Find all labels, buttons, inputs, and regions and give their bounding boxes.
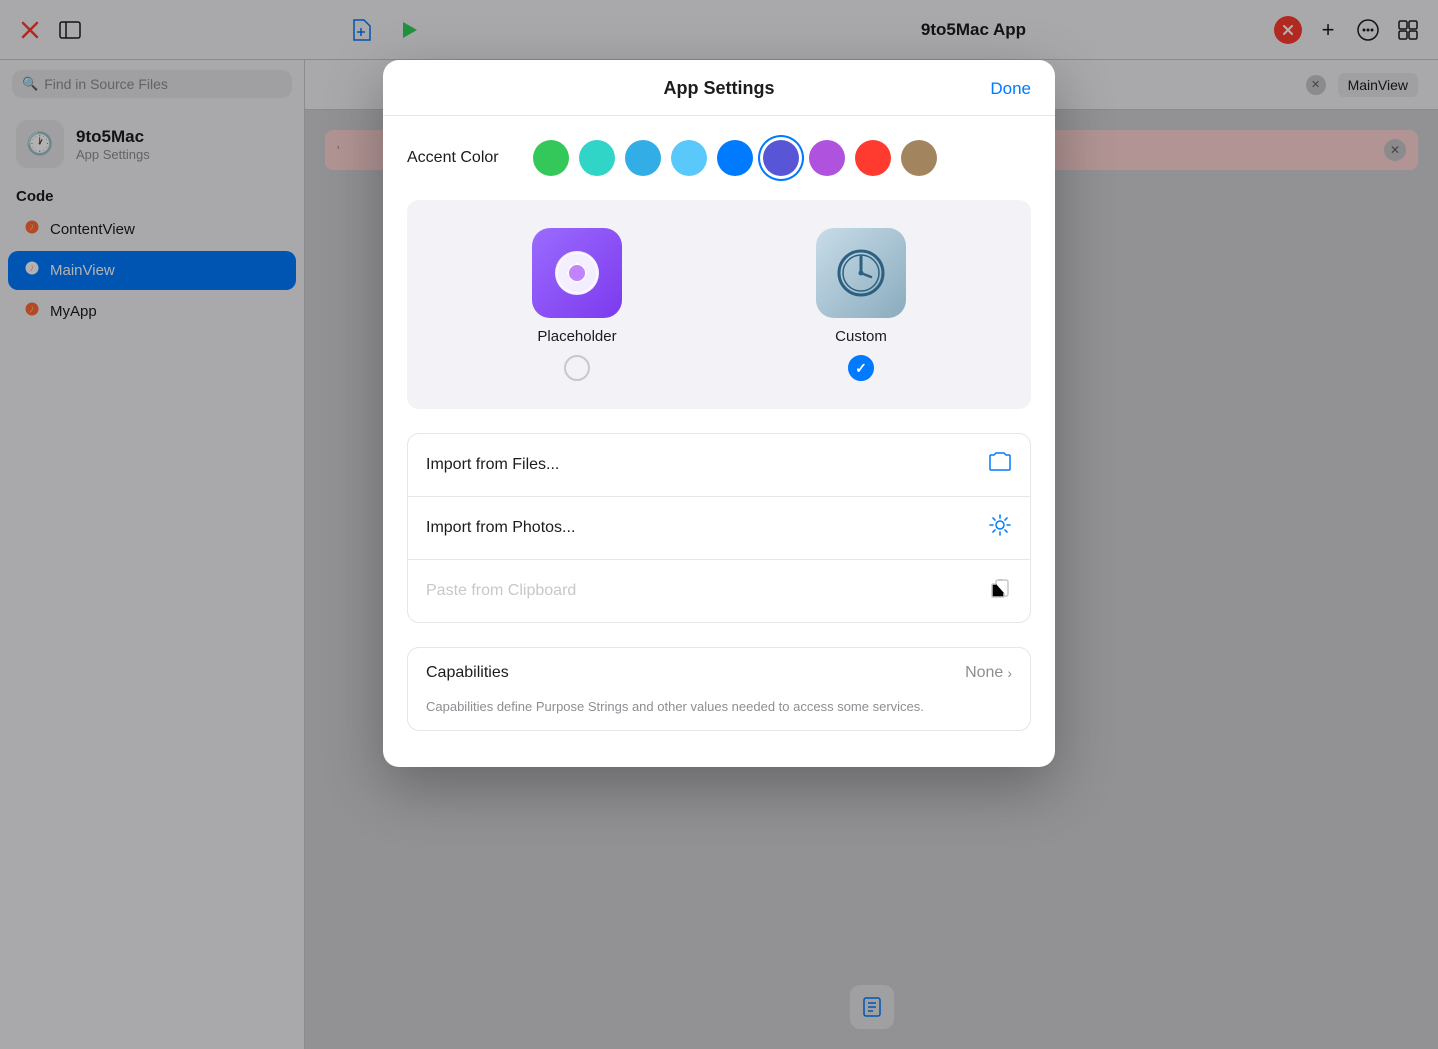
capabilities-none: None (965, 664, 1003, 682)
modal-overlay: App Settings Done Accent Color (0, 0, 1438, 1049)
placeholder-icon-box (532, 228, 622, 318)
color-blue[interactable] (717, 140, 753, 176)
accent-colors (533, 140, 937, 176)
placeholder-label: Placeholder (537, 328, 616, 345)
import-files-label: Import from Files... (426, 456, 559, 474)
color-purple[interactable] (809, 140, 845, 176)
paste-clipboard-row[interactable]: Paste from Clipboard (408, 560, 1030, 622)
placeholder-radio[interactable] (564, 355, 590, 381)
import-files-icon (988, 450, 1012, 480)
capabilities-description: Capabilities define Purpose Strings and … (408, 698, 1030, 730)
import-photos-icon (988, 513, 1012, 543)
custom-radio[interactable]: ✓ (848, 355, 874, 381)
import-section: Import from Files... Import from Photos.… (407, 433, 1031, 623)
icon-selection-card: Placeholder C (407, 200, 1031, 409)
paste-clipboard-label: Paste from Clipboard (426, 582, 576, 600)
custom-label: Custom (835, 328, 887, 345)
accent-color-row: Accent Color (407, 140, 1031, 176)
import-photos-row[interactable]: Import from Photos... (408, 497, 1030, 560)
color-teal[interactable] (579, 140, 615, 176)
color-cyan[interactable] (625, 140, 661, 176)
import-photos-label: Import from Photos... (426, 519, 575, 537)
radio-checkmark: ✓ (855, 360, 867, 377)
done-button[interactable]: Done (990, 79, 1031, 99)
icon-option-custom[interactable]: Custom ✓ (816, 228, 906, 381)
capabilities-chevron: › (1007, 665, 1012, 681)
modal-header: App Settings Done (383, 60, 1055, 116)
icon-option-placeholder[interactable]: Placeholder (532, 228, 622, 381)
color-green[interactable] (533, 140, 569, 176)
color-brown[interactable] (901, 140, 937, 176)
app-settings-modal: App Settings Done Accent Color (383, 60, 1055, 767)
capabilities-label: Capabilities (426, 664, 509, 682)
capabilities-row[interactable]: Capabilities None › (408, 648, 1030, 698)
capabilities-section: Capabilities None › Capabilities define … (407, 647, 1031, 731)
modal-body: Accent Color (383, 116, 1055, 767)
accent-label: Accent Color (407, 149, 517, 167)
color-blue-light[interactable] (671, 140, 707, 176)
import-files-row[interactable]: Import from Files... (408, 434, 1030, 497)
color-indigo[interactable] (763, 140, 799, 176)
capabilities-value: None › (965, 664, 1012, 682)
custom-icon-box (816, 228, 906, 318)
modal-title: App Settings (664, 78, 775, 99)
paste-clipboard-icon (988, 576, 1012, 606)
color-red[interactable] (855, 140, 891, 176)
